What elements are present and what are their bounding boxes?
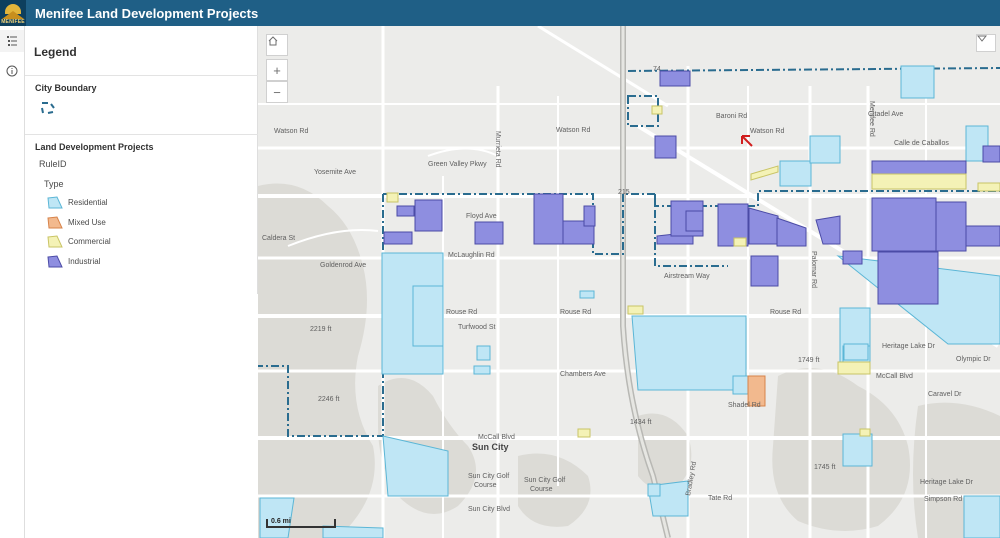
street-label: Heritage Lake Dr — [882, 343, 936, 350]
street-label: Yosemite Ave — [314, 169, 356, 176]
place-label: Sun City Golf — [524, 477, 565, 484]
elevation-label: 1434 ft — [630, 419, 651, 426]
app-title: Menifee Land Development Projects — [35, 5, 259, 21]
tool-rail: » — [0, 26, 25, 538]
street-label: Watson Rd — [556, 127, 590, 134]
street-label: Chambers Ave — [560, 371, 606, 378]
street-label: Watson Rd — [274, 128, 308, 135]
place-label: Course — [474, 482, 497, 489]
industrial-swatch — [47, 255, 63, 268]
legend-class-mixed-use: Mixed Use — [68, 218, 106, 227]
elevation-label: 2219 ft — [310, 326, 331, 333]
city-boundary-swatch — [41, 102, 55, 114]
street-label: Palomar Rd — [810, 251, 817, 288]
menifee-logo: MENIFEE — [0, 0, 26, 26]
street-label: Caravel Dr — [928, 391, 962, 398]
commercial-swatch — [47, 235, 63, 248]
type-label: Type — [44, 179, 64, 189]
street-label: Sun City Blvd — [468, 506, 510, 513]
legend-class-commercial: Commercial — [68, 237, 111, 246]
residential-swatch — [47, 196, 63, 209]
zoom-in-button[interactable]: + — [266, 59, 288, 81]
app-header: MENIFEE Menifee Land Development Project… — [0, 0, 1000, 26]
mixed-use-swatch — [47, 216, 63, 229]
street-label: Goldenrod Ave — [320, 262, 366, 269]
street-label: Caldera St — [262, 235, 295, 242]
street-label: Menifee Rd — [868, 101, 875, 137]
map-view[interactable]: Watson Rd Watson Rd Watson Rd Baroni Rd … — [258, 26, 1000, 538]
street-label: Calle de Caballos — [894, 140, 949, 147]
highway-shield: 74 — [653, 66, 661, 73]
place-label: Course — [530, 486, 553, 493]
scale-label: 0.6 mi — [271, 518, 291, 525]
street-label: Floyd Ave — [466, 213, 497, 220]
street-label: Green Valley Pkwy — [428, 161, 487, 168]
street-label: Watson Rd — [750, 128, 784, 135]
street-label: Baroni Rd — [716, 113, 747, 120]
street-label: Rouse Rd — [560, 309, 591, 316]
info-icon[interactable] — [0, 60, 24, 82]
place-label: Sun City Golf — [468, 473, 509, 480]
zoom-out-button[interactable]: − — [266, 81, 288, 103]
street-label: McLaughlin Rd — [448, 252, 495, 259]
street-label: Tate Rd — [708, 495, 732, 502]
map-canvas[interactable]: Watson Rd Watson Rd Watson Rd Baroni Rd … — [258, 26, 1000, 538]
land-projects-title: Land Development Projects — [35, 142, 154, 152]
street-label: McCall Blvd — [478, 434, 515, 441]
street-label: Rouse Rd — [770, 309, 801, 316]
elevation-label: 1745 ft — [814, 464, 835, 471]
highway-shield: 215 — [618, 189, 630, 196]
street-label: McCall Blvd — [876, 373, 913, 380]
street-label: Olympic Dr — [956, 356, 991, 363]
street-label: Simpson Rd — [924, 496, 962, 503]
elevation-label: 1749 ft — [798, 357, 819, 364]
elevation-label: 2246 ft — [318, 396, 339, 403]
city-boundary-title: City Boundary — [35, 83, 97, 93]
street-label: Rouse Rd — [446, 309, 477, 316]
street-label: Heritage Lake Dr — [920, 479, 974, 486]
street-label: Turfwood St — [458, 324, 496, 331]
legend-class-industrial: Industrial — [68, 257, 101, 266]
chevron-down-icon[interactable] — [976, 34, 996, 52]
legend-panel: Legend City Boundary Land Development Pr… — [25, 26, 258, 294]
home-icon[interactable] — [266, 34, 288, 56]
legend-list-icon[interactable] — [0, 30, 24, 52]
street-label: Shadel Rd — [728, 402, 761, 409]
rule-field-label: RuleID — [39, 159, 67, 169]
street-label: Murrieta Rd — [494, 131, 501, 168]
city-label: Sun City — [472, 442, 509, 452]
legend-class-residential: Residential — [68, 198, 108, 207]
legend-title: Legend — [34, 45, 77, 59]
street-label: Airstream Way — [664, 273, 710, 280]
